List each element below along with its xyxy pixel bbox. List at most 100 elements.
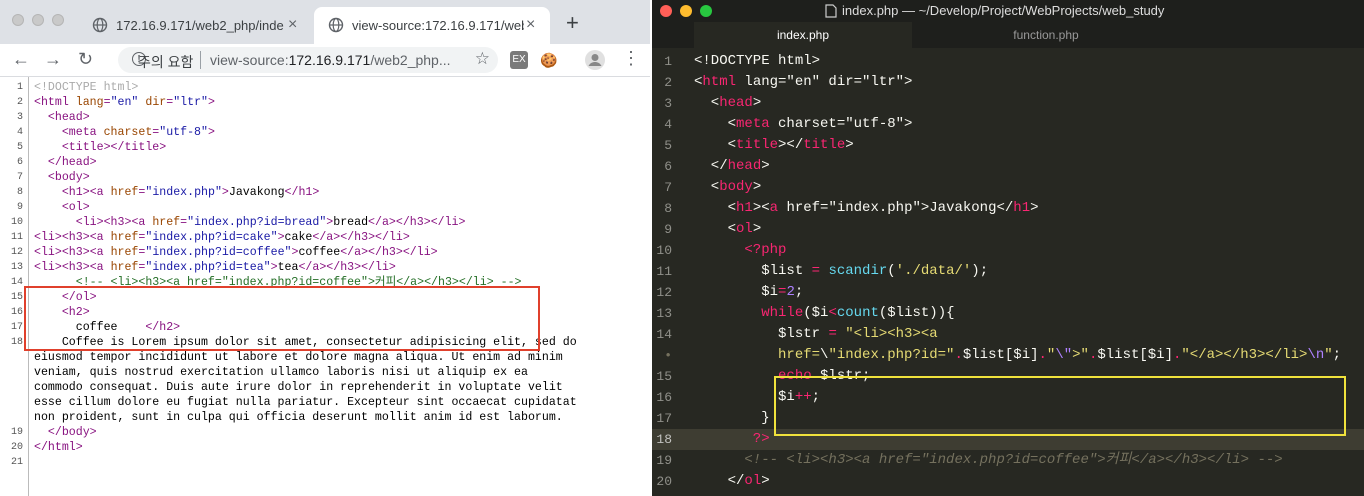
editor-line-number: 4 [664,117,672,132]
editor-line-number: 19 [656,453,672,468]
source-code-text: eiusmod tempor incididunt ut labore et d… [34,351,563,364]
editor-line-number: 2 [664,75,672,90]
url-host: 172.16.9.171 [288,52,371,68]
editor-line[interactable]: 1 <!DOCTYPE html> [652,51,1364,72]
editor-line[interactable]: 19 <!-- <li><h3><a href="index.php?id=co… [652,450,1364,471]
reload-button[interactable]: ↻ [78,49,93,70]
cookie-extension-icon[interactable]: 🍪 [540,51,558,69]
editor-line-number: 16 [656,390,672,405]
editor-code-text: } [694,410,770,426]
editor-line[interactable]: 3 <head> [652,93,1364,114]
tab-title: view-source:172.16.9.171/web2_php/index.… [352,18,524,33]
editor-close-button[interactable] [660,5,672,17]
editor-zoom-button[interactable] [700,5,712,17]
editor-line[interactable]: 2 <html lang="en" dir="ltr"> [652,72,1364,93]
editor-code-text: <ol> [694,221,762,237]
address-bar[interactable]: ! 주의 요함 view-source:172.16.9.171/web2_ph… [118,47,498,73]
source-line: 21 [0,455,650,470]
editor-code-text: <!-- <li><h3><a href="index.php?id=coffe… [694,452,1283,468]
editor-code-text: <title></title> [694,137,854,153]
view-source-pane: 1 <!DOCTYPE html> 2 <html lang="en" dir="lt… [0,77,650,496]
tab-view-source[interactable]: view-source:172.16.9.171/web2_php/index.… [314,7,550,44]
source-code-text: <ol> [61,201,90,214]
bookmark-star-icon[interactable]: ☆ [475,49,490,69]
editor-title-text: index.php — ~/Develop/Project/WebProject… [842,3,1165,18]
editor-line-number: 15 [656,369,672,384]
editor-line-number: 3 [664,96,672,111]
source-code-text: </body> [47,426,97,439]
editor-line[interactable]: • href=\"index.php?id=".$list[$i]."\">".… [652,345,1364,366]
editor-line[interactable]: 6 </head> [652,156,1364,177]
editor-line-number: 20 [656,474,672,489]
editor-line[interactable]: 4 <meta charset="utf-8"> [652,114,1364,135]
editor-title-bar: index.php — ~/Develop/Project/WebProject… [652,0,1364,22]
line-number: 16 [10,307,23,318]
source-line: 6 </head> [0,155,650,170]
source-code-text: <li><h3><a href="index.php?id=coffee">co… [34,246,438,259]
source-line: 8 <h1><a href="index.php">Javakong</h1> [0,185,650,200]
line-number: 19 [10,427,23,438]
source-line: 19 </body> [0,425,650,440]
url-scheme: view-source: [210,52,289,68]
tab-index-php[interactable]: 172.16.9.171/web2_php/index.php × [78,7,312,44]
red-highlight-box [24,286,540,351]
editor-minimize-button[interactable] [680,5,692,17]
editor-line-number: 5 [664,138,672,153]
source-line: eiusmod tempor incididunt ut labore et d… [0,350,650,365]
browser-toolbar: ← → ↻ ! 주의 요함 view-source:172.16.9.171/w… [0,44,650,77]
file-icon [825,4,837,18]
line-number: 11 [10,232,23,243]
editor-code-text: <h1><a href="index.php">Javakong</h1> [694,200,1039,216]
source-code-text: <li><h3><a href="index.php?id=tea">tea</… [34,261,396,274]
globe-icon [92,17,108,33]
editor-code-text: <head> [694,95,762,111]
window-minimize-button[interactable] [32,14,44,26]
line-number: 6 [16,157,23,168]
line-number: 1 [16,82,23,93]
editor-line[interactable]: 9 <ol> [652,219,1364,240]
source-line: 2 <html lang="en" dir="ltr"> [0,95,650,110]
editor-line[interactable]: 11 $list = scandir('./data/'); [652,261,1364,282]
line-number: 18 [10,337,23,348]
tab-close-icon[interactable]: × [288,16,297,34]
editor-line[interactable]: 12 $i=2; [652,282,1364,303]
chrome-window: 172.16.9.171/web2_php/index.php × view-s… [0,0,650,496]
editor-code-area[interactable]: 1 <!DOCTYPE html> 2 <html lang="en" dir="lt… [652,50,1364,496]
profile-avatar-icon[interactable] [584,49,606,71]
editor-line[interactable]: 14 $lstr = "<li><h3><a [652,324,1364,345]
editor-tab-bar: index.php function.php [652,22,1364,48]
editor-code-text: $i=2; [761,284,804,300]
editor-line[interactable]: 13 while($i<count($list)){ [652,303,1364,324]
line-number: 9 [16,202,23,213]
editor-line[interactable]: 20 </ol> [652,471,1364,492]
editor-line[interactable]: 7 <body> [652,177,1364,198]
editor-tab-function-php[interactable]: function.php [914,22,1178,48]
editor-tab-index-php[interactable]: index.php [694,22,912,48]
new-tab-button[interactable]: + [566,10,579,36]
chrome-menu-icon[interactable]: ⋮ [622,48,640,69]
back-button[interactable]: ← [12,49,30,70]
editor-line-number: 1 [664,54,672,69]
editor-code-text: <body> [694,179,762,195]
source-line: 3 <head> [0,110,650,125]
line-number: 13 [10,262,23,273]
editor-line[interactable]: 10 <?php [652,240,1364,261]
editor-line[interactable]: 8 <h1><a href="index.php">Javakong</h1> [652,198,1364,219]
line-number: 4 [16,127,23,138]
forward-button[interactable]: → [44,49,62,70]
editor-line-number: 14 [656,327,672,342]
extension-ex-icon[interactable]: EX [510,51,528,69]
line-number: 21 [10,457,23,468]
line-number: 10 [10,217,23,228]
security-warning-text[interactable]: 주의 요함 [138,52,193,72]
source-code-text: non proident, sunt in culpa qui officia … [34,411,563,424]
url-text[interactable]: view-source:172.16.9.171/web2_php... [210,52,460,68]
window-zoom-button[interactable] [52,14,64,26]
editor-line[interactable]: 5 <title></title> [652,135,1364,156]
editor-line-number: 9 [664,222,672,237]
editor-line-number: 12 [656,285,672,300]
source-line: 10 <li><h3><a href="index.php?id=bread">… [0,215,650,230]
tab-close-icon[interactable]: × [526,16,535,34]
window-close-button[interactable] [12,14,24,26]
source-line: non proident, sunt in culpa qui officia … [0,410,650,425]
